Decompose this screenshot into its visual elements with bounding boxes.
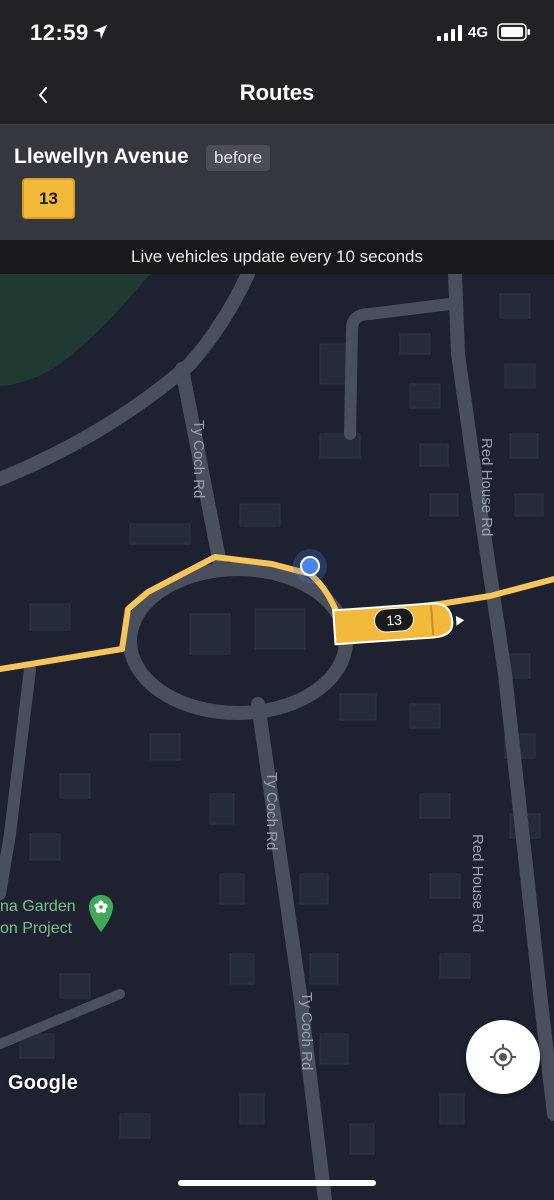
live-update-banner: Live vehicles update every 10 seconds bbox=[0, 240, 554, 274]
home-indicator[interactable] bbox=[178, 1180, 376, 1186]
stop-tag: before bbox=[206, 145, 271, 171]
poi-label[interactable]: na Garden on Project bbox=[0, 896, 76, 940]
status-time: 12:59 bbox=[30, 20, 89, 45]
street-label: Ty Coch Rd bbox=[298, 992, 315, 1071]
locate-me-button[interactable] bbox=[466, 1020, 540, 1094]
network-type: 4G bbox=[468, 24, 489, 41]
map-view[interactable]: Ty Coch Rd Red House Rd Ty Coch Rd Red H… bbox=[0, 274, 554, 1200]
poi-label-line: on Project bbox=[0, 920, 73, 937]
live-vehicle[interactable]: 13 bbox=[330, 598, 460, 644]
stop-name: Llewellyn Avenue bbox=[14, 145, 189, 168]
status-bar: 12:59 4G bbox=[0, 0, 554, 66]
location-arrow-icon bbox=[93, 25, 107, 39]
nav-bar: Routes bbox=[0, 66, 554, 124]
poi-label-line: na Garden bbox=[0, 898, 76, 915]
street-label: Ty Coch Rd bbox=[263, 772, 280, 851]
battery-icon bbox=[497, 23, 530, 41]
vehicle-route-number: 13 bbox=[373, 606, 415, 634]
street-label: Ty Coch Rd bbox=[190, 420, 207, 499]
google-attribution: Google bbox=[8, 1072, 79, 1094]
page-title: Routes bbox=[239, 80, 315, 105]
stop-card: Llewellyn Avenue before 13 bbox=[0, 124, 554, 240]
back-button[interactable] bbox=[26, 80, 60, 110]
user-location-dot bbox=[293, 549, 327, 583]
street-label: Red House Rd bbox=[478, 438, 495, 537]
crosshair-icon bbox=[490, 1044, 516, 1070]
route-chip[interactable]: 13 bbox=[22, 178, 75, 219]
garden-pin-icon[interactable] bbox=[88, 894, 114, 934]
signal-icon bbox=[437, 25, 462, 41]
chevron-left-icon bbox=[39, 87, 47, 103]
street-label: Red House Rd bbox=[469, 834, 486, 933]
